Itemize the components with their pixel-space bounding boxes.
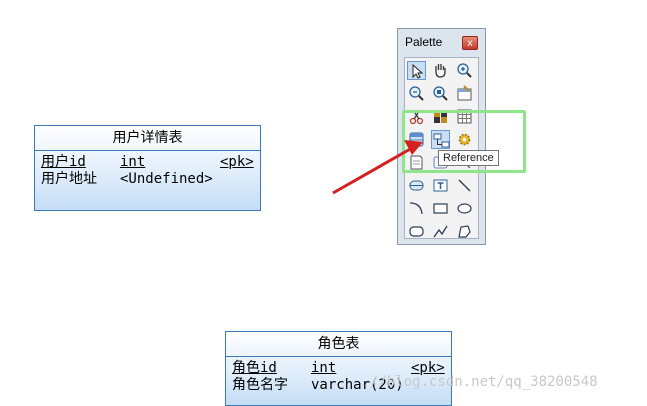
watermark: //blog.csdn.net/qq_38200548 (370, 374, 598, 390)
arrow-shaft (332, 146, 413, 195)
arrow-head (404, 140, 423, 155)
annotation-arrow (332, 140, 423, 195)
